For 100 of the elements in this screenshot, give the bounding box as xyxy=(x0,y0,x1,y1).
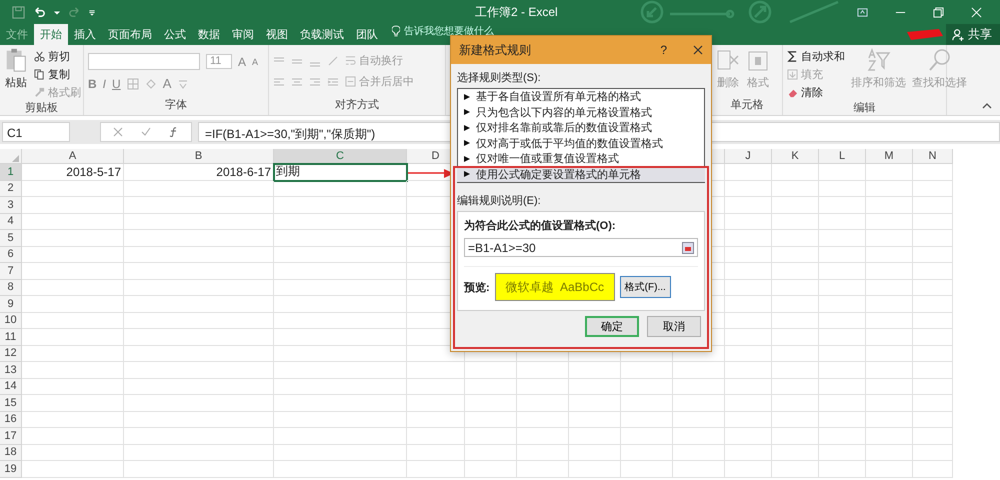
table-cell[interactable]: 2018-6-17 xyxy=(124,164,274,180)
customize-icon[interactable] xyxy=(89,8,95,16)
table-cell[interactable] xyxy=(913,395,953,412)
table-cell[interactable] xyxy=(866,428,913,444)
table-cell[interactable] xyxy=(819,461,866,478)
table-cell[interactable] xyxy=(725,444,772,461)
row-header[interactable]: 7 xyxy=(0,263,22,280)
table-cell[interactable] xyxy=(22,412,124,428)
rule-type-item[interactable]: 只为包含以下内容的单元格设置格式 xyxy=(458,104,704,120)
align-left-icon[interactable] xyxy=(273,76,285,88)
table-cell[interactable] xyxy=(725,263,772,280)
ribbon-tab[interactable]: 公式 xyxy=(158,24,192,45)
table-cell[interactable] xyxy=(725,180,772,197)
table-cell[interactable] xyxy=(22,346,124,362)
table-cell[interactable] xyxy=(22,197,124,214)
column-header[interactable]: J xyxy=(725,149,772,164)
align-right-icon[interactable] xyxy=(309,76,321,88)
table-cell[interactable] xyxy=(819,180,866,197)
row-header[interactable]: 1 xyxy=(0,164,22,180)
row-header[interactable]: 2 xyxy=(0,180,22,197)
table-cell[interactable] xyxy=(124,378,274,395)
table-cell[interactable] xyxy=(866,164,913,180)
table-cell[interactable] xyxy=(772,428,819,444)
table-cell[interactable] xyxy=(725,378,772,395)
table-cell[interactable] xyxy=(725,296,772,312)
table-cell[interactable] xyxy=(819,444,866,461)
table-cell[interactable] xyxy=(772,214,819,230)
table-cell[interactable] xyxy=(124,280,274,296)
cut-button[interactable]: 剪切 xyxy=(34,49,81,64)
table-cell[interactable] xyxy=(22,230,124,246)
column-header[interactable]: A xyxy=(22,149,124,164)
table-cell[interactable] xyxy=(621,444,673,461)
table-cell[interactable] xyxy=(725,312,772,329)
table-cell[interactable] xyxy=(913,444,953,461)
table-cell[interactable] xyxy=(819,346,866,362)
table-cell[interactable] xyxy=(274,214,407,230)
row-header[interactable]: 6 xyxy=(0,246,22,263)
table-cell[interactable] xyxy=(772,412,819,428)
table-cell[interactable] xyxy=(274,246,407,263)
table-cell[interactable] xyxy=(465,378,517,395)
row-header[interactable]: 9 xyxy=(0,296,22,312)
table-cell[interactable] xyxy=(124,461,274,478)
table-cell[interactable] xyxy=(913,263,953,280)
ribbon-tab[interactable]: 插入 xyxy=(68,24,102,45)
ribbon-tab[interactable]: 视图 xyxy=(260,24,294,45)
table-cell[interactable] xyxy=(274,362,407,378)
table-cell[interactable] xyxy=(772,296,819,312)
table-cell[interactable] xyxy=(866,312,913,329)
table-cell[interactable] xyxy=(673,362,725,378)
table-cell[interactable] xyxy=(725,346,772,362)
table-cell[interactable] xyxy=(725,412,772,428)
table-cell[interactable] xyxy=(465,362,517,378)
table-cell[interactable] xyxy=(22,461,124,478)
table-cell[interactable] xyxy=(517,461,569,478)
indent-icon[interactable] xyxy=(327,76,339,88)
table-cell[interactable] xyxy=(407,428,465,444)
table-cell[interactable] xyxy=(772,246,819,263)
table-cell[interactable] xyxy=(621,461,673,478)
select-all-icon[interactable] xyxy=(12,155,19,162)
table-cell[interactable] xyxy=(22,329,124,346)
table-cell[interactable]: 到期 xyxy=(274,164,407,180)
table-cell[interactable] xyxy=(124,230,274,246)
table-cell[interactable] xyxy=(517,428,569,444)
table-cell[interactable] xyxy=(621,428,673,444)
table-cell[interactable] xyxy=(772,378,819,395)
formula-input[interactable]: =B1-A1>=30 xyxy=(464,238,698,257)
table-cell[interactable] xyxy=(725,362,772,378)
cancel-button[interactable]: 取消 xyxy=(647,316,701,337)
table-cell[interactable] xyxy=(517,395,569,412)
table-cell[interactable] xyxy=(819,214,866,230)
ribbon-tab[interactable]: 开始 xyxy=(34,24,68,45)
table-cell[interactable] xyxy=(407,412,465,428)
undo-icon[interactable] xyxy=(33,6,46,18)
ribbon-tab[interactable]: 数据 xyxy=(192,24,226,45)
table-cell[interactable] xyxy=(866,378,913,395)
table-cell[interactable] xyxy=(772,329,819,346)
table-cell[interactable] xyxy=(772,395,819,412)
row-header[interactable]: 17 xyxy=(0,428,22,444)
cancel-icon[interactable] xyxy=(113,127,123,137)
table-cell[interactable] xyxy=(866,412,913,428)
format-button[interactable]: 格式(F)... xyxy=(620,276,671,298)
table-cell[interactable] xyxy=(569,461,621,478)
table-cell[interactable] xyxy=(772,164,819,180)
paste-icon[interactable] xyxy=(4,47,28,73)
table-cell[interactable] xyxy=(913,296,953,312)
table-cell[interactable] xyxy=(819,395,866,412)
table-cell[interactable] xyxy=(22,444,124,461)
table-cell[interactable] xyxy=(772,180,819,197)
table-cell[interactable] xyxy=(124,346,274,362)
table-cell[interactable] xyxy=(569,444,621,461)
table-cell[interactable] xyxy=(22,395,124,412)
row-header[interactable]: 8 xyxy=(0,280,22,296)
table-cell[interactable] xyxy=(819,428,866,444)
row-header[interactable]: 18 xyxy=(0,444,22,461)
table-cell[interactable] xyxy=(725,230,772,246)
redo-icon[interactable] xyxy=(68,6,81,18)
table-cell[interactable] xyxy=(517,378,569,395)
table-cell[interactable] xyxy=(913,412,953,428)
table-cell[interactable] xyxy=(725,428,772,444)
table-cell[interactable] xyxy=(22,214,124,230)
